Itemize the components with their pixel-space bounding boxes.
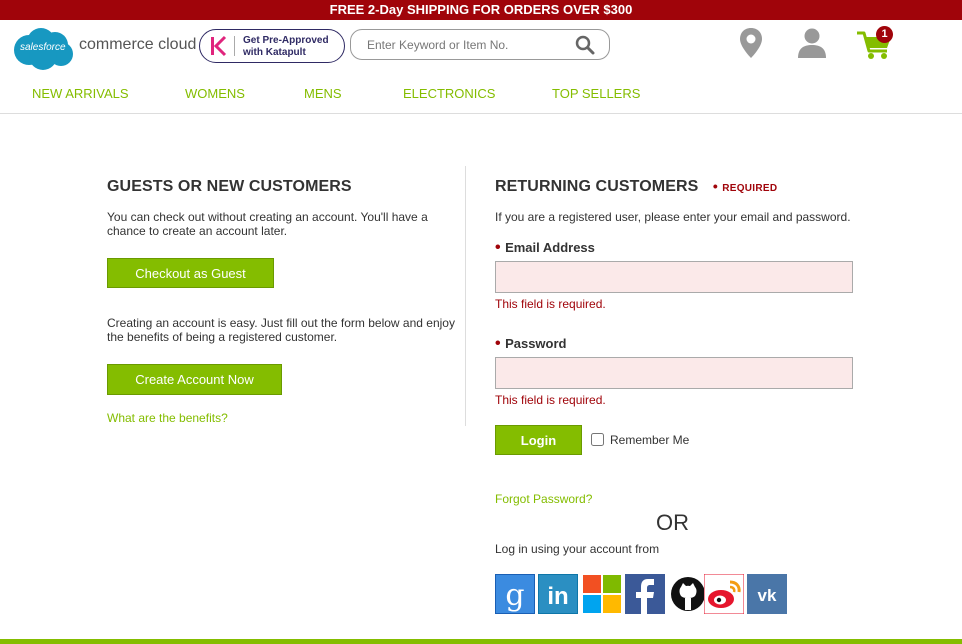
benefits-link[interactable]: What are the benefits?: [107, 411, 228, 425]
email-field[interactable]: [495, 261, 853, 293]
footer-accent-bar: [0, 639, 962, 644]
search-input[interactable]: [367, 36, 567, 54]
main-nav: NEW ARRIVALS WOMENS MENS ELECTRONICS TOP…: [0, 86, 962, 106]
svg-text:vk: vk: [758, 586, 777, 605]
header: salesforce commerce cloud Get Pre-Approv…: [0, 20, 962, 114]
vk-icon[interactable]: vk: [747, 574, 787, 614]
guest-title: GUESTS OR NEW CUSTOMERS: [107, 178, 352, 195]
katapult-badge[interactable]: Get Pre-Approved with Katapult: [199, 29, 345, 63]
remember-me-checkbox[interactable]: [591, 433, 604, 446]
site-logo[interactable]: salesforce commerce cloud: [11, 26, 201, 72]
remember-me-label: Remember Me: [610, 433, 690, 447]
password-field[interactable]: [495, 357, 853, 389]
cart-count-badge: 1: [876, 26, 893, 43]
guest-section: GUESTS OR NEW CUSTOMERS You can check ou…: [107, 178, 462, 427]
facebook-icon[interactable]: [625, 574, 665, 614]
nav-item-mens[interactable]: MENS: [304, 86, 342, 101]
social-intro: Log in using your account from: [495, 542, 660, 556]
forgot-password-link[interactable]: Forgot Password?: [495, 492, 592, 506]
katapult-icon: [211, 35, 227, 57]
logo-cloud-text: salesforce: [20, 42, 66, 53]
logo-text: commerce cloud: [79, 36, 197, 53]
password-error: This field is required.: [495, 393, 606, 407]
required-dot: •: [712, 178, 718, 194]
weibo-icon[interactable]: [704, 574, 744, 614]
nav-item-electronics[interactable]: ELECTRONICS: [403, 86, 495, 101]
nav-item-top-sellers[interactable]: TOP SELLERS: [552, 86, 640, 101]
promo-banner: FREE 2-Day SHIPPING FOR ORDERS OVER $300: [0, 0, 962, 20]
password-required-dot: •: [495, 335, 501, 352]
login-button[interactable]: Login: [495, 425, 582, 455]
email-label: Email Address: [505, 240, 595, 255]
guest-intro: You can check out without creating an ac…: [107, 210, 428, 238]
github-icon[interactable]: [668, 574, 708, 614]
linkedin-icon[interactable]: in: [538, 574, 578, 614]
search-icon[interactable]: [575, 35, 595, 55]
account-icon[interactable]: [796, 27, 828, 59]
svg-text:g: g: [505, 578, 524, 613]
create-account-button[interactable]: Create Account Now: [107, 364, 282, 395]
password-label: Password: [505, 336, 567, 351]
email-error: This field is required.: [495, 297, 606, 311]
email-required-dot: •: [495, 239, 501, 256]
svg-text:in: in: [547, 583, 568, 610]
google-icon[interactable]: g: [495, 574, 535, 614]
checkout-as-guest-button[interactable]: Checkout as Guest: [107, 258, 274, 288]
returning-intro: If you are a registered user, please ent…: [495, 210, 851, 224]
katapult-line1: Get Pre-Approved: [243, 35, 329, 46]
nav-item-womens[interactable]: WOMENS: [185, 86, 245, 101]
search-box: [350, 29, 610, 60]
create-account-intro: Creating an account is easy. Just fill o…: [107, 316, 455, 344]
store-locator-icon[interactable]: [738, 27, 764, 59]
katapult-line2: with Katapult: [243, 47, 306, 58]
microsoft-icon[interactable]: [582, 574, 622, 614]
returning-title: RETURNING CUSTOMERS: [495, 178, 699, 195]
required-label: REQUIRED: [722, 183, 778, 194]
nav-item-new-arrivals[interactable]: NEW ARRIVALS: [32, 86, 129, 101]
katapult-divider: [234, 36, 235, 56]
or-separator: OR: [656, 510, 689, 535]
column-divider: [465, 166, 466, 426]
returning-section: RETURNING CUSTOMERS • REQUIRED If you ar…: [495, 178, 895, 614]
promo-text: FREE 2-Day SHIPPING FOR ORDERS OVER $300: [329, 2, 633, 17]
